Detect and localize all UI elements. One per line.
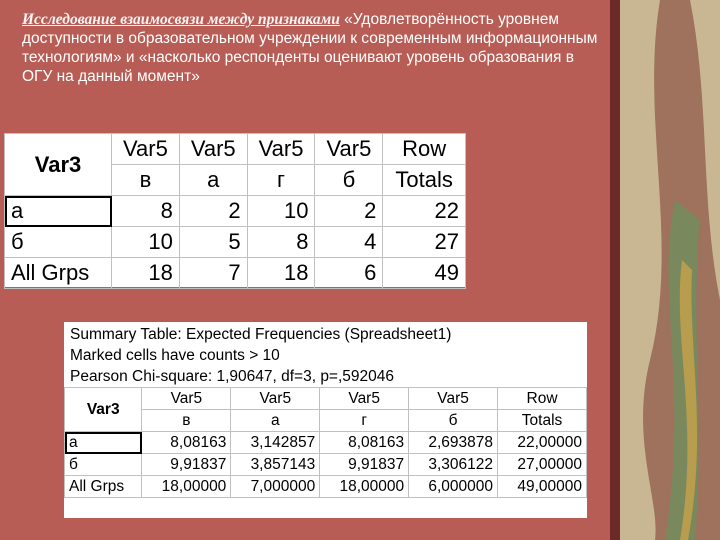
table-cell[interactable]: 22 xyxy=(382,195,466,227)
table2-row-label[interactable]: б xyxy=(63,453,143,476)
table-cell[interactable]: 7 xyxy=(178,257,248,289)
table-cell[interactable]: 4 xyxy=(314,226,384,258)
table-cell[interactable]: 22,00000 xyxy=(497,431,587,454)
decorative-panel xyxy=(620,0,720,540)
table1-col-header: Var5 xyxy=(246,133,316,165)
table-cell[interactable]: 2 xyxy=(314,195,384,227)
table-cell[interactable]: 18,00000 xyxy=(141,475,232,498)
table-cell[interactable]: 10 xyxy=(111,226,180,258)
table1-col-header: Var5 xyxy=(178,133,248,165)
summary-line: Summary Table: Expected Frequencies (Spr… xyxy=(70,326,452,343)
slide-border xyxy=(610,0,620,540)
title-bold: Исследование взаимосвязи между признакам… xyxy=(22,11,340,28)
table-row: а 8 2 10 2 22 xyxy=(4,195,466,227)
table2-corner: Var3 xyxy=(63,387,143,432)
table-cell[interactable]: 8,08163 xyxy=(319,431,410,454)
table-cell[interactable]: 18 xyxy=(111,257,180,289)
leaf-decoration xyxy=(643,0,720,540)
table1-col-subheader: в xyxy=(111,164,180,196)
table-cell[interactable]: 9,91837 xyxy=(319,453,410,476)
summary-header: Summary Table: Expected Frequencies (Spr… xyxy=(64,322,587,387)
table2-col-subheader: б xyxy=(408,409,499,432)
table2-col-header: Var5 xyxy=(408,387,499,410)
table-row: б 10 5 8 4 27 xyxy=(4,226,466,258)
table1-col-header: Row xyxy=(382,133,466,165)
table-row: All Grps 18 7 18 6 49 xyxy=(4,257,466,289)
table-cell[interactable]: 49 xyxy=(382,257,466,289)
summary-line: Pearson Chi-square: 1,90647, df=3, p=,59… xyxy=(70,368,395,385)
table-cell[interactable]: 10 xyxy=(246,195,316,227)
slide-title: Исследование взаимосвязи между признакам… xyxy=(22,10,602,86)
table2-col-subheader: г xyxy=(319,409,410,432)
table1-col-header: Var5 xyxy=(111,133,180,165)
expected-frequencies-table: Summary Table: Expected Frequencies (Spr… xyxy=(63,322,587,518)
table2-col-header: Var5 xyxy=(141,387,232,410)
table-cell[interactable]: 7,000000 xyxy=(230,475,321,498)
table1-row-label[interactable]: б xyxy=(4,226,112,258)
table-row: All Grps 18,00000 7,000000 18,00000 6,00… xyxy=(63,475,587,498)
table-row: а 8,08163 3,142857 8,08163 2,693878 22,0… xyxy=(63,431,587,454)
table2-row-label[interactable]: All Grps xyxy=(63,475,143,498)
table-cell[interactable]: 6,000000 xyxy=(408,475,499,498)
table-cell[interactable]: 49,00000 xyxy=(497,475,587,498)
table1-row-label[interactable]: All Grps xyxy=(4,257,112,289)
table-cell[interactable]: 18 xyxy=(246,257,316,289)
table-cell[interactable]: 3,142857 xyxy=(230,431,321,454)
table-cell[interactable]: 6 xyxy=(314,257,384,289)
table-cell[interactable]: 8 xyxy=(246,226,316,258)
table1-col-header: Var5 xyxy=(314,133,384,165)
table2-col-subheader: Totals xyxy=(497,409,587,432)
table1-row-label[interactable]: а xyxy=(4,195,112,227)
table2-col-subheader: в xyxy=(141,409,232,432)
table-cell[interactable]: 5 xyxy=(178,226,248,258)
table-cell[interactable]: 2,693878 xyxy=(408,431,499,454)
table-cell[interactable]: 8 xyxy=(111,195,180,227)
table-cell[interactable]: 2 xyxy=(178,195,248,227)
table-cell[interactable]: 27 xyxy=(382,226,466,258)
table2-row-label[interactable]: а xyxy=(63,431,143,454)
table1-corner: Var3 xyxy=(4,133,112,196)
table-cell[interactable]: 3,306122 xyxy=(408,453,499,476)
table2-col-header: Var5 xyxy=(319,387,410,410)
table2-col-subheader: а xyxy=(230,409,321,432)
table1-col-subheader: Totals xyxy=(382,164,466,196)
table-cell[interactable]: 27,00000 xyxy=(497,453,587,476)
table2-col-header: Var5 xyxy=(230,387,321,410)
table2-col-header: Row xyxy=(497,387,587,410)
table1-col-subheader: б xyxy=(314,164,384,196)
table-row: б 9,91837 3,857143 9,91837 3,306122 27,0… xyxy=(63,453,587,476)
table-cell[interactable]: 8,08163 xyxy=(141,431,232,454)
table1-col-subheader: а xyxy=(178,164,248,196)
table1-col-subheader: г xyxy=(246,164,316,196)
table-cell[interactable]: 9,91837 xyxy=(141,453,232,476)
observed-frequencies-table: Var3 Var5 Var5 Var5 Var5 Row в а г б Tot… xyxy=(4,133,466,289)
summary-line: Marked cells have counts > 10 xyxy=(70,347,280,364)
table-cell[interactable]: 18,00000 xyxy=(319,475,410,498)
table-cell[interactable]: 3,857143 xyxy=(230,453,321,476)
